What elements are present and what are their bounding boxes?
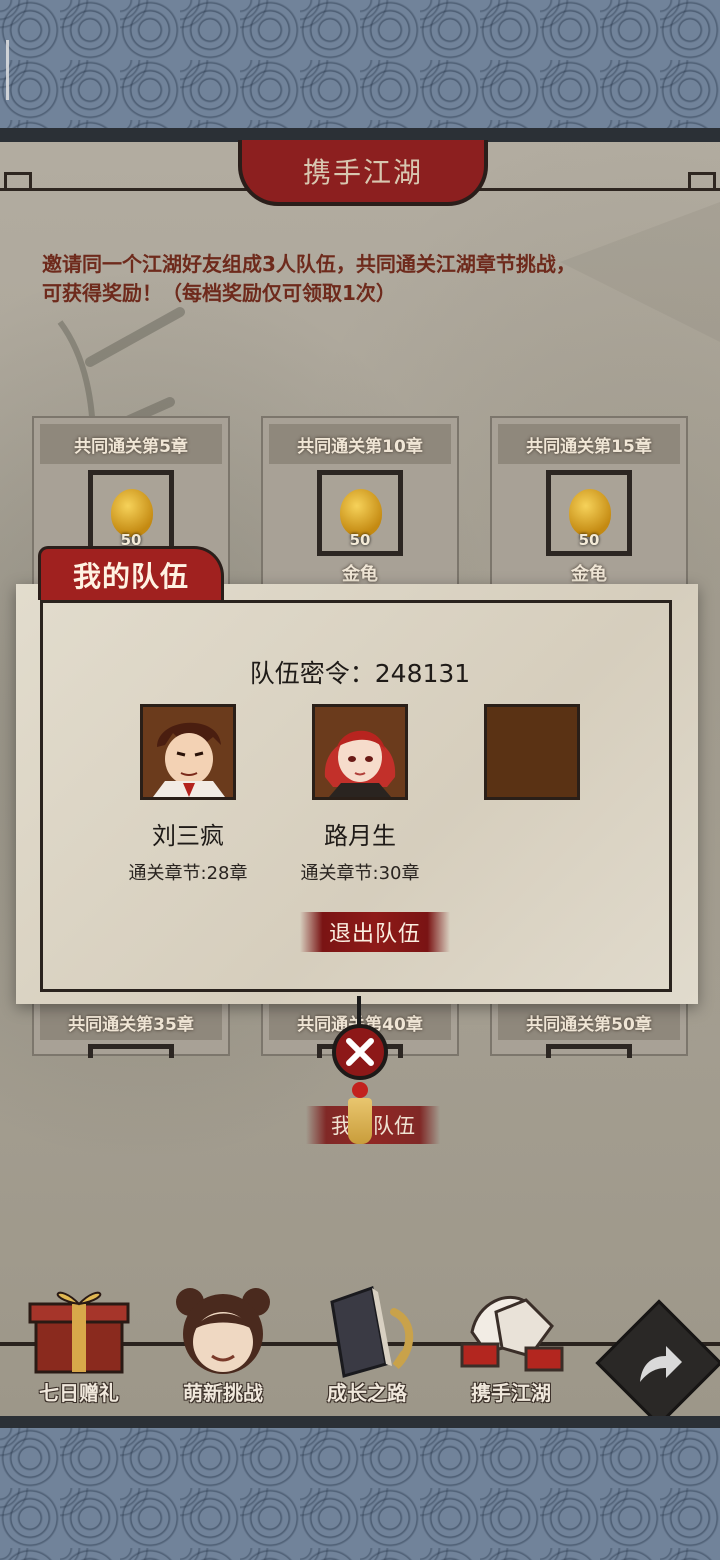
reward-item-slot[interactable]: 50 — [546, 470, 632, 556]
reward-card-title: 共同通关第35章 — [40, 1004, 222, 1040]
reward-item-slot — [546, 1044, 632, 1058]
dialog-title-tab: 我的队伍 — [38, 546, 224, 600]
close-icon — [346, 1038, 374, 1066]
intro-text: 邀请同一个江湖好友组成3人队伍，共同通关江湖章节挑战， 可获得奖励！（每档奖励仅… — [42, 250, 682, 308]
top-pattern-band — [0, 0, 720, 130]
member-chapter-progress: 通关章节:28章 — [128, 863, 248, 884]
nav-label: 携手江湖 — [471, 1381, 551, 1405]
team-passcode: 队伍密令：248131 — [0, 654, 720, 690]
empty-avatar-slot[interactable] — [484, 704, 580, 800]
male-hero-portrait-icon — [143, 707, 233, 797]
nav-item-growth-path[interactable]: 成长之路 — [302, 1282, 432, 1412]
page-title-tab: 携手江湖 — [238, 140, 488, 206]
intro-line-1: 邀请同一个江湖好友组成3人队伍，共同通关江湖章节挑战， — [42, 252, 576, 276]
passcode-label: 队伍密令： — [249, 659, 375, 688]
close-cord — [357, 996, 361, 1026]
tassel-icon — [348, 1098, 372, 1144]
team-member-1[interactable]: 刘三疯 通关章节:28章 — [98, 704, 278, 885]
page-title: 携手江湖 — [302, 156, 423, 189]
reward-card-title: 共同通关第15章 — [498, 424, 680, 464]
book-icon — [312, 1282, 422, 1378]
edge-indicator — [6, 40, 9, 100]
reward-card-title: 共同通关第50章 — [498, 1004, 680, 1040]
reward-count: 50 — [349, 531, 371, 549]
nav-item-seven-day-gift[interactable]: 七日赠礼 — [14, 1282, 144, 1412]
nav-label: 萌新挑战 — [183, 1381, 263, 1405]
tassel-bead-icon — [352, 1082, 368, 1098]
reward-item-name: 金龟 — [571, 564, 607, 585]
dialog-title: 我的队伍 — [72, 559, 189, 593]
quit-team-button[interactable]: 退出队伍 — [300, 912, 450, 952]
share-arrow-icon — [640, 1346, 682, 1382]
passcode-value: 248131 — [374, 659, 471, 688]
golden-gourd-icon — [340, 489, 382, 537]
corner-ornament-left — [4, 172, 32, 190]
nav-item-newbie-challenge[interactable]: 萌新挑战 — [158, 1282, 288, 1412]
close-button[interactable] — [332, 1024, 388, 1080]
gift-box-icon — [24, 1282, 134, 1378]
reward-count: 50 — [578, 531, 600, 549]
member-chapter-progress: 通关章节:30章 — [300, 863, 420, 884]
reward-item-slot — [88, 1044, 174, 1058]
reward-item-slot[interactable]: 50 — [88, 470, 174, 556]
team-member-2[interactable]: 路月生 通关章节:30章 — [270, 704, 450, 885]
reward-item-name: 金龟 — [342, 564, 378, 585]
reward-card-chapter-35[interactable]: 共同通关第35章 — [32, 996, 230, 1058]
member-name: 路月生 — [324, 822, 396, 850]
reward-card-chapter-50[interactable]: 共同通关第50章 — [490, 996, 688, 1058]
member-name: 刘三疯 — [152, 822, 224, 850]
intro-line-2: 可获得奖励！（每档奖励仅可领取1次） — [42, 281, 396, 305]
reward-card-title: 共同通关第5章 — [40, 424, 222, 464]
girl-avatar-icon — [168, 1282, 278, 1378]
avatar[interactable] — [140, 704, 236, 800]
female-hero-portrait-icon — [315, 707, 405, 797]
reward-card-title: 共同通关第10章 — [269, 424, 451, 464]
golden-gourd-icon — [569, 489, 611, 537]
reward-item-slot[interactable]: 50 — [317, 470, 403, 556]
nav-label: 成长之路 — [327, 1381, 407, 1405]
reward-card-chapter-10[interactable]: 共同通关第10章 50 金龟 — [261, 416, 459, 586]
nav-label: 七日赠礼 — [39, 1381, 119, 1405]
golden-gourd-icon — [111, 489, 153, 537]
nav-item-hand-in-hand[interactable]: 携手江湖 — [446, 1282, 576, 1412]
handshake-icon — [456, 1282, 566, 1378]
my-team-button[interactable]: 我的队伍 — [306, 1106, 440, 1144]
avatar[interactable] — [312, 704, 408, 800]
bottom-pattern-band — [0, 1428, 720, 1560]
corner-ornament-right — [688, 172, 716, 190]
reward-card-chapter-15[interactable]: 共同通关第15章 50 金龟 — [490, 416, 688, 586]
team-member-slot-empty[interactable] — [442, 704, 622, 800]
